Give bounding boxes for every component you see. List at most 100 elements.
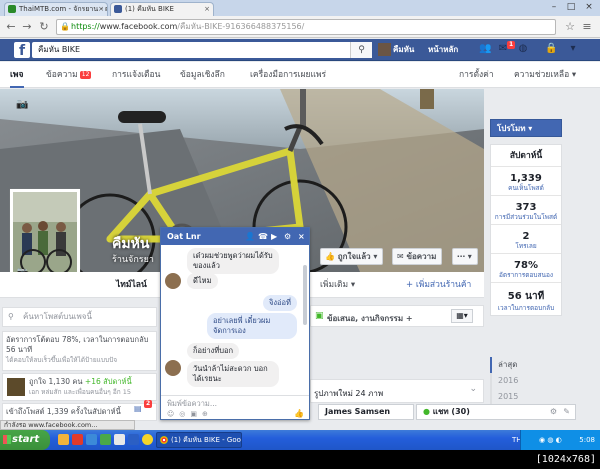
page-search-input[interactable]: ⚲ ค้นหาโพสต์บนเพจนี้: [2, 307, 157, 327]
chat-message-in: เด๋วผมช่วยพูดว่าผมได้รับของแล้ว: [187, 248, 279, 274]
chat-input[interactable]: พิมพ์ข้อความ... ☺◎▣⊕ 👍: [161, 395, 309, 419]
nav-settings[interactable]: การตั้งค่า: [459, 62, 494, 88]
bookmark-star-icon[interactable]: ☆: [563, 20, 577, 34]
minimize-icon[interactable]: –: [545, 0, 563, 14]
nav-page[interactable]: เพจ: [10, 62, 24, 88]
video-icon[interactable]: ▶: [271, 228, 277, 245]
add-shop-section-link[interactable]: + เพิ่มส่วนร้านค้า: [406, 272, 471, 298]
close-chat-icon[interactable]: ×: [298, 228, 305, 245]
response-rate-subtext: ได้คอบให้ลบเร็วขึ้นเพื่อให้ได้ป้ายแบบปัจ: [6, 356, 118, 364]
chat-tab-icon[interactable]: ▤ 2: [134, 400, 154, 418]
forward-arrow-icon[interactable]: →: [20, 20, 34, 34]
facebook-search-input[interactable]: คืมหัน BIKE ⚲: [32, 42, 372, 58]
tab-thaimtb[interactable]: ThaiMTB.com - จักรยาน - ผ... ×: [4, 2, 108, 16]
user-avatar[interactable]: [378, 43, 391, 56]
nav-notifications[interactable]: การแจ้งเตือน: [112, 62, 160, 88]
facebook-logo-icon[interactable]: f: [14, 42, 30, 59]
chat-message-in: วันนำล้าไม่สะดวก บอกได้เรยนะ: [187, 361, 279, 387]
stat-engagement[interactable]: 373 การมีส่วนร่วมในโพสต์: [491, 196, 561, 225]
likes-weekly-growth: +16 สัปดาห์นี้: [84, 377, 132, 386]
taskbar-chrome-window[interactable]: (1) คืมหัน BIKE - Goo...: [156, 432, 242, 448]
chat-settings-icon[interactable]: ⚙: [550, 405, 557, 419]
url-field[interactable]: 🔒 https://www.facebook.com/คืมหัน-BIKE-9…: [56, 19, 556, 35]
stat-reach[interactable]: 1,339 คนเห็นโพสต์: [491, 167, 561, 196]
year-2016[interactable]: 2016: [490, 373, 562, 389]
quicklaunch-folder-icon[interactable]: [58, 434, 69, 445]
composer-options-icon[interactable]: ▦▾: [451, 309, 473, 323]
stat-calls[interactable]: 2 โทรเลย: [491, 225, 561, 254]
year-2015[interactable]: 2015: [490, 389, 562, 405]
quicklaunch-explorer-icon[interactable]: [114, 434, 125, 445]
year-recent[interactable]: ล่าสุด: [490, 357, 562, 373]
more-options-button[interactable]: ⋯ ▾: [452, 248, 478, 265]
profile-link[interactable]: คืมหัน: [393, 42, 414, 58]
search-icon: ⚲: [8, 312, 14, 321]
close-tab-icon[interactable]: ×: [204, 3, 210, 15]
quicklaunch-desktop-icon[interactable]: [86, 434, 97, 445]
chat-input-placeholder: พิมพ์ข้อความ...: [167, 399, 217, 408]
new-photos-card[interactable]: รูปภาพใหม่ 24 ภาพ ⌄: [310, 379, 484, 403]
reload-icon[interactable]: ↻: [37, 20, 51, 34]
composer-offer-bar[interactable]: ▣ ข้อเสนอ, งานกิจกรรม + ▦▾: [310, 305, 484, 327]
tab-more[interactable]: เพิ่มเติม ▾: [320, 272, 355, 298]
add-friend-icon[interactable]: 👤: [245, 228, 255, 245]
chat-scrollbar[interactable]: [303, 265, 307, 325]
search-value: คืมหัน BIKE: [38, 45, 81, 54]
thumbs-up-icon: 👍: [325, 252, 335, 261]
phone-icon[interactable]: ☎: [258, 228, 268, 245]
notifications-globe-icon[interactable]: ◍: [517, 43, 529, 55]
quicklaunch-media-icon[interactable]: [72, 434, 83, 445]
chat-window: Oat Lnr 👤 ☎ ▶ ⚙ × เด๋วผมช่วยพูดว่าผมได้ร…: [160, 227, 310, 420]
profile-picture[interactable]: 📷: [10, 189, 80, 283]
home-link[interactable]: หน้าหลัก: [428, 42, 458, 58]
promote-button[interactable]: โปรโมท ▾: [490, 119, 562, 137]
message-button[interactable]: ✉ ข้อความ: [392, 248, 443, 265]
quicklaunch-app-icon[interactable]: [100, 434, 111, 445]
url-path: /คืมหัน-BIKE-916366488375156/: [177, 22, 305, 31]
menu-icon[interactable]: ≡: [580, 20, 594, 34]
chat-message-in: ก็อย่างที่บอก: [187, 343, 240, 359]
nav-help[interactable]: ความช่วยเหลือ ▾: [514, 62, 576, 88]
windows-flag-icon: [3, 435, 11, 444]
account-menu-icon[interactable]: ▾: [567, 43, 579, 55]
nav-insights[interactable]: ข้อมูลเชิงลึก: [180, 62, 225, 88]
quicklaunch-word-icon[interactable]: [128, 434, 139, 445]
chrome-icon: [160, 436, 168, 444]
response-rate-text: อัตราการโต้ตอบ 78%, เวลาในการตอบกลับ 56 …: [6, 335, 149, 354]
close-window-icon[interactable]: ×: [580, 0, 598, 14]
thumbs-up-icon[interactable]: 👍: [294, 409, 304, 418]
stat-response-time[interactable]: 56 นาที เวลาในการตอบกลับ: [491, 283, 561, 315]
likes-friends[interactable]: เอก หล่มสัก และเพื่อนคนอื่นๆ อีก 15: [29, 387, 153, 397]
compose-icon[interactable]: ✎: [563, 405, 570, 419]
quicklaunch-chrome-icon[interactable]: [142, 434, 153, 445]
response-rate-card: อัตราการโต้ตอบ 78%, เวลาในการตอบกลับ 56 …: [2, 331, 157, 371]
privacy-lock-icon[interactable]: 🔒: [545, 43, 557, 55]
close-tab-icon[interactable]: ×: [98, 3, 104, 15]
liked-button[interactable]: 👍 ถูกใจแล้ว ▾: [320, 248, 384, 265]
tray-icons[interactable]: ◉ ◍ ◐: [539, 430, 562, 450]
url-host: www.facebook.com: [99, 22, 178, 31]
start-button[interactable]: start: [0, 430, 50, 450]
maximize-icon[interactable]: □: [562, 0, 580, 14]
messages-badge: 12: [79, 71, 92, 79]
camera-icon[interactable]: 📷: [16, 99, 28, 110]
chat-tools-icon[interactable]: ☺◎▣⊕: [167, 410, 213, 418]
contact-avatar: [165, 273, 181, 289]
page-category: ร้านจักรยา: [112, 255, 154, 265]
new-photos-label: รูปภาพใหม่ 24 ภาพ: [314, 389, 384, 398]
tab-timeline[interactable]: ไทม์ไลน์: [116, 272, 147, 298]
chat-dock-sidebar[interactable]: ● แชท (30) ⚙ ✎: [416, 404, 576, 420]
chevron-down-icon[interactable]: ⌄: [469, 384, 477, 394]
tab-facebook[interactable]: (1) คืมหัน BIKE ×: [110, 2, 214, 16]
chat-message-in: ดีไหม: [187, 273, 218, 289]
stat-response-rate[interactable]: 78% อัตราการตอบสนอง: [491, 254, 561, 283]
friend-requests-icon[interactable]: 👥: [479, 43, 491, 55]
nav-messages[interactable]: ข้อความ 12: [46, 62, 92, 88]
offer-icon: ▣: [315, 311, 324, 321]
back-arrow-icon[interactable]: ←: [4, 20, 18, 34]
search-icon[interactable]: ⚲: [350, 42, 372, 58]
chat-dock-james[interactable]: James Samsen: [318, 404, 414, 420]
nav-publishing-tools[interactable]: เครื่องมือการเผยแพร่: [250, 62, 326, 88]
chat-header[interactable]: Oat Lnr 👤 ☎ ▶ ⚙ ×: [161, 228, 309, 245]
settings-gear-icon[interactable]: ⚙: [284, 228, 291, 245]
